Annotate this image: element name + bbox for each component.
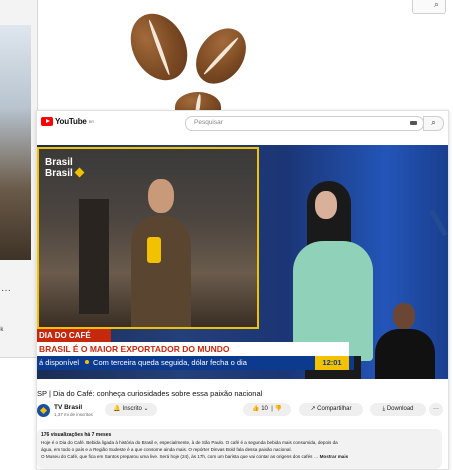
like-button[interactable]: 👍 10 | 👎 <box>243 403 291 416</box>
sign-language-interpreter <box>367 303 447 379</box>
coffee-bean-icon <box>119 3 199 91</box>
tv-brasil-logo: Brasil Brasil <box>45 157 85 179</box>
youtube-header: YouTube BR Pesquisar ⌕ <box>37 111 448 135</box>
lower-third-headline: BRASIL É O MAIOR EXPORTADOR DO MUNDO <box>37 342 349 356</box>
share-button[interactable]: ↗ Compartilhar <box>299 403 363 416</box>
channel-avatar[interactable] <box>37 404 50 417</box>
background-search-button[interactable]: ⌕ <box>412 0 446 14</box>
subscriber-count: 1,37 mi de inscritos <box>54 412 93 417</box>
video-screen-panel: Brasil Brasil <box>37 147 259 329</box>
youtube-play-icon <box>41 117 53 126</box>
shelf <box>79 199 109 314</box>
background-snippet: ok <box>0 327 4 333</box>
ticker-time: 12:01 <box>315 356 349 370</box>
description-line: O Museu do Café, que fica em Santos prep… <box>41 454 349 459</box>
channel-name[interactable]: TV Brasil <box>54 404 82 411</box>
more-actions-button[interactable]: ··· <box>429 403 443 416</box>
search-input[interactable]: Pesquisar <box>185 116 424 131</box>
show-more-link[interactable]: Mostrar mais <box>320 454 349 459</box>
reporter-figure <box>131 179 191 327</box>
search-icon: ⌕ <box>433 0 439 9</box>
region-code: BR <box>88 119 95 124</box>
video-title: SP | Dia do Café: conheça curiosidades s… <box>37 389 263 398</box>
description-line: água, em todo o país e a Região Sudeste … <box>41 447 292 452</box>
background-photo <box>0 25 31 260</box>
download-button[interactable]: ⤓ Download <box>370 403 426 416</box>
search-button[interactable]: ⌕ <box>423 116 444 131</box>
youtube-logo-text: YouTube <box>55 117 87 126</box>
view-stats: 176 visualizações há 7 meses <box>41 432 112 438</box>
background-window: ··· ok <box>0 0 38 358</box>
search-icon: ⌕ <box>431 118 436 127</box>
description-line: Hoje é o Dia do Café. Bebida ligada à hi… <box>41 440 338 445</box>
lower-third-tag: DIA DO CAFÉ <box>37 329 111 342</box>
keyboard-icon[interactable] <box>410 121 417 125</box>
coffee-bean-icon <box>185 18 257 94</box>
news-ticker: á disponível Com terceira queda seguida, … <box>37 356 354 370</box>
search-placeholder: Pesquisar <box>194 119 223 126</box>
microphone <box>147 237 161 263</box>
subscribed-button[interactable]: 🔔 Inscrito ⌄ <box>105 403 157 416</box>
arrow-icon <box>429 201 448 237</box>
description-box[interactable]: 176 visualizações há 7 meses Hoje é o Di… <box>37 429 442 469</box>
video-player[interactable]: Brasil Brasil DIA DO CAFÉ BRASIL É O MAI… <box>37 145 448 379</box>
youtube-logo[interactable]: YouTube BR <box>41 117 94 126</box>
more-options-icon[interactable]: ··· <box>1 285 11 296</box>
youtube-window: YouTube BR Pesquisar ⌕ Brasil Brasil DIA… <box>36 110 449 470</box>
